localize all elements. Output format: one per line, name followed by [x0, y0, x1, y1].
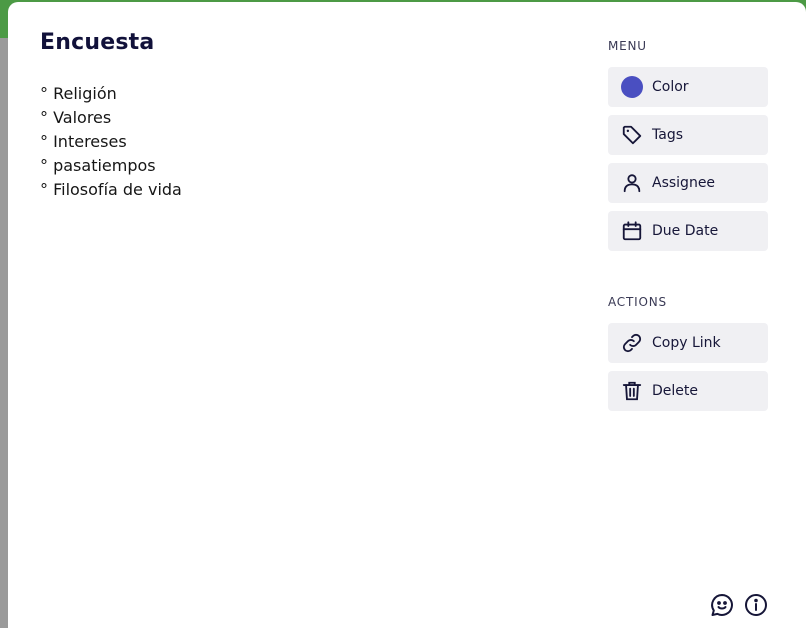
calendar-icon [620, 219, 644, 243]
menu-section-label: MENU [608, 39, 647, 53]
description-line: ° Intereses [40, 132, 127, 151]
color-swatch-icon [620, 75, 644, 99]
color-button-label: Color [652, 79, 689, 95]
tags-button[interactable]: Tags [608, 115, 768, 155]
assignee-button-label: Assignee [652, 175, 716, 191]
info-icon[interactable] [743, 592, 769, 618]
delete-button[interactable]: Delete [608, 371, 768, 411]
actions-section-label: ACTIONS [608, 295, 667, 309]
color-button[interactable]: Color [608, 67, 768, 107]
chat-smile-icon[interactable] [709, 592, 735, 618]
due-date-button[interactable]: Due Date [608, 211, 768, 251]
description-line: ° Religión [40, 84, 117, 103]
description-line: ° Filosofía de vida [40, 180, 182, 199]
person-icon [620, 171, 644, 195]
assignee-button[interactable]: Assignee [608, 163, 768, 203]
trash-icon [620, 379, 644, 403]
card-description[interactable]: ° Religión ° Valores ° Intereses ° pasat… [40, 82, 182, 202]
backdrop-sidebar-edge [0, 38, 8, 628]
description-line: ° pasatiempos [40, 156, 156, 175]
copy-link-button-label: Copy Link [652, 335, 721, 351]
card-title[interactable]: Encuesta [40, 30, 154, 55]
tag-icon [620, 123, 644, 147]
delete-button-label: Delete [652, 383, 698, 399]
copy-link-button[interactable]: Copy Link [608, 323, 768, 363]
due-date-button-label: Due Date [652, 223, 719, 239]
current-color-dot [621, 76, 643, 98]
link-icon [620, 331, 644, 355]
description-line: ° Valores [40, 108, 112, 127]
tags-button-label: Tags [652, 127, 683, 143]
